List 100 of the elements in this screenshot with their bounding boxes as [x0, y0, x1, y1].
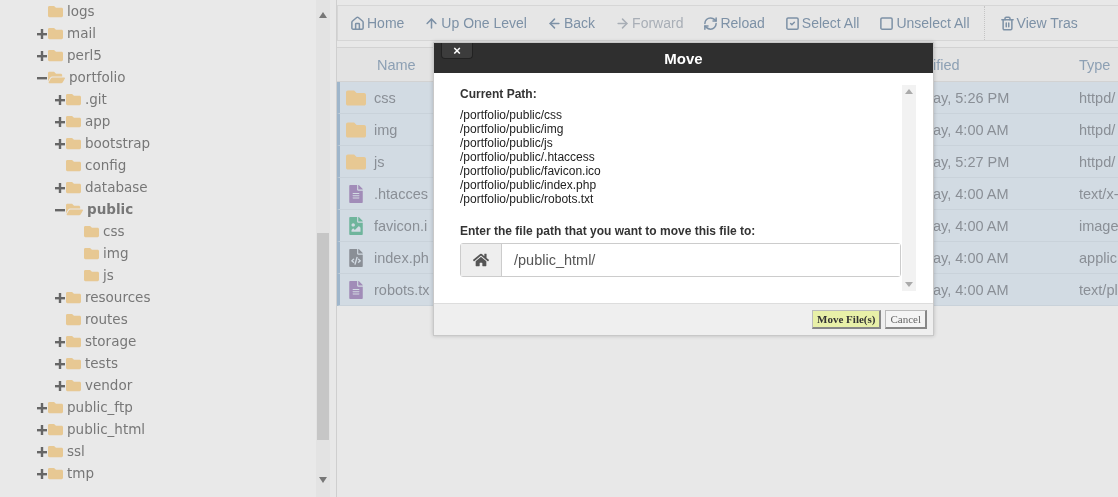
folder-icon — [66, 113, 81, 129]
folder-icon — [66, 157, 81, 173]
scrollbar[interactable] — [316, 0, 330, 497]
folder-icon — [48, 465, 63, 481]
reload-icon — [703, 15, 719, 31]
file-path: /portfolio/public/.htaccess — [460, 150, 596, 164]
file-name: index.ph — [373, 249, 429, 266]
file-type: image — [1079, 217, 1118, 234]
file-path: /portfolio/public/robots.txt — [460, 192, 595, 206]
folder-name[interactable]: logs — [67, 3, 95, 19]
destination-field[interactable]: /public_html/ — [460, 243, 901, 277]
file-path: /portfolio/public/js — [460, 136, 554, 150]
arrow-right-icon — [615, 15, 631, 31]
dialog-title: Move — [664, 49, 703, 67]
file-type: httpd/ — [1079, 89, 1116, 106]
folder-icon — [84, 223, 99, 239]
scrollbar-thumb[interactable] — [317, 233, 329, 440]
folder-name[interactable]: resources — [85, 289, 151, 305]
folder-name[interactable]: app — [85, 113, 111, 129]
folder-icon — [66, 377, 81, 393]
file-type: httpd/ — [1079, 121, 1116, 138]
folder-icon — [48, 47, 63, 63]
modified-date: ay, 5:26 PM — [933, 89, 1010, 106]
folder-icon — [66, 355, 81, 371]
folder-icon — [84, 245, 99, 261]
file-path: /portfolio/public/favicon.ico — [460, 164, 602, 178]
file-name: robots.tx — [373, 281, 430, 298]
move-button[interactable]: Move File(s) — [812, 310, 882, 329]
toolbar-button[interactable]: Reload — [703, 15, 775, 31]
folder-name[interactable]: mail — [67, 25, 96, 41]
cancel-button[interactable]: Cancel — [885, 310, 927, 329]
toolbar-button[interactable]: Up One Level — [424, 15, 537, 31]
home-icon — [350, 15, 365, 31]
folder-name[interactable]: perl5 — [67, 47, 102, 63]
file-name: img — [373, 121, 398, 138]
folder-name[interactable]: config — [85, 157, 127, 173]
folder-icon — [66, 289, 81, 305]
square-icon — [879, 15, 895, 31]
modified-date: ay, 4:00 AM — [933, 217, 1009, 234]
folder-name[interactable]: public_ftp — [67, 399, 133, 415]
image-file-icon — [346, 216, 365, 235]
folder-icon — [66, 333, 81, 349]
arrow-down-icon[interactable] — [319, 477, 327, 483]
folder-name[interactable]: img — [103, 245, 129, 261]
code-file-icon — [346, 248, 365, 267]
file-type: text/pl — [1079, 281, 1118, 298]
modified-date: ay, 4:00 AM — [933, 281, 1009, 298]
modified-date: ay, 4:00 AM — [933, 121, 1009, 138]
folder-name[interactable]: tests — [85, 355, 118, 371]
folder-icon — [66, 311, 81, 327]
folder-icon — [48, 25, 63, 41]
folder-name[interactable]: database — [85, 179, 148, 195]
folder-icon — [66, 135, 81, 151]
toolbar-button[interactable]: View Tras — [999, 15, 1088, 31]
column-header[interactable]: ified — [933, 56, 960, 73]
document-icon — [346, 184, 365, 203]
folder-name[interactable]: routes — [85, 311, 128, 327]
folder-icon — [48, 443, 63, 459]
file-path: /portfolio/public/index.php — [460, 178, 598, 192]
file-type: httpd/ — [1079, 153, 1116, 170]
folder-name[interactable]: js — [103, 267, 114, 283]
toolbar-button[interactable]: Back — [546, 15, 606, 31]
folder-icon — [66, 179, 81, 195]
toolbar-button[interactable]: Select All — [784, 15, 870, 31]
file-name: .htacces — [373, 185, 428, 202]
trash-icon — [999, 15, 1015, 31]
column-header[interactable]: Name — [371, 56, 416, 73]
destination-label: Enter the file path that you want to move this file to: — [460, 224, 757, 238]
folder-name[interactable]: .git — [85, 91, 107, 107]
column-header[interactable]: Type — [1079, 56, 1111, 73]
folder-name[interactable]: tmp — [67, 465, 94, 481]
file-name: js — [372, 153, 385, 170]
arrow-up-icon[interactable] — [319, 12, 327, 18]
close-button[interactable]: × — [441, 43, 473, 59]
folder-icon — [48, 421, 63, 437]
folder-name[interactable]: ssl — [67, 443, 85, 459]
folder-icon — [84, 267, 99, 283]
file-type: applic — [1079, 249, 1117, 266]
file-path: /portfolio/public/css — [460, 108, 564, 122]
toolbar-button[interactable]: Unselect All — [879, 15, 980, 31]
modified-date: ay, 5:27 PM — [933, 153, 1010, 170]
folder-name[interactable]: bootstrap — [85, 135, 151, 151]
folder-icon — [48, 399, 63, 415]
current-path-label: Current Path: — [460, 87, 538, 101]
file-name: css — [373, 89, 396, 106]
folder-icon — [48, 3, 63, 19]
file-type: text/x- — [1079, 185, 1118, 202]
folder-icon — [66, 91, 81, 107]
folder-name[interactable]: vendor — [85, 377, 133, 393]
folder-name[interactable]: public_html — [67, 421, 146, 437]
folder-name[interactable]: css — [103, 223, 125, 239]
modified-date: ay, 4:00 AM — [933, 249, 1009, 266]
toolbar-button[interactable]: Home — [350, 15, 415, 31]
folder-name[interactable]: portfolio — [69, 69, 126, 85]
folder-name[interactable]: storage — [85, 333, 137, 349]
file-path: /portfolio/public/img — [460, 122, 565, 136]
modified-date: ay, 4:00 AM — [933, 185, 1009, 202]
folder-name[interactable]: public — [87, 201, 134, 217]
document-icon — [346, 280, 365, 299]
file-name: favicon.i — [373, 217, 428, 234]
